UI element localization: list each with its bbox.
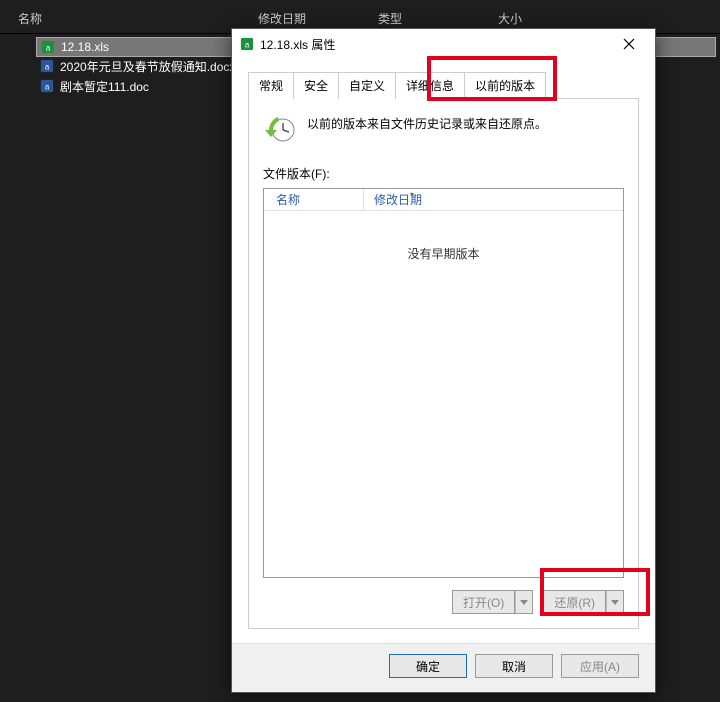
- description-text: 以前的版本来自文件历史记录或来自还原点。: [307, 113, 547, 132]
- restore-clock-icon: [263, 113, 297, 147]
- restore-split-button[interactable]: 还原(R): [543, 590, 624, 614]
- versions-header-date-label: 修改日期: [374, 193, 422, 207]
- properties-dialog: a 12.18.xls 属性 常规 安全 自定义 详细信息 以前的版本: [231, 28, 656, 693]
- column-header-name[interactable]: 名称: [18, 10, 258, 27]
- action-buttons-row: 打开(O) 还原(R): [263, 590, 624, 614]
- tab-strip: 常规 安全 自定义 详细信息 以前的版本: [248, 71, 639, 98]
- column-header-date[interactable]: 修改日期: [258, 10, 378, 27]
- tab-general[interactable]: 常规: [248, 72, 294, 99]
- svg-text:a: a: [45, 83, 50, 92]
- svg-text:a: a: [45, 63, 50, 72]
- excel-file-icon: a: [240, 37, 254, 51]
- dialog-titlebar[interactable]: a 12.18.xls 属性: [232, 29, 655, 59]
- tab-panel-previous-versions: 以前的版本来自文件历史记录或来自还原点。 文件版本(F): 名称 修改日期 ▾ …: [248, 98, 639, 629]
- file-name-label: 2020年元旦及春节放假通知.docx: [60, 58, 235, 75]
- dialog-title: 12.18.xls 属性: [260, 36, 609, 53]
- word-file-icon: a: [40, 79, 54, 93]
- versions-header-name[interactable]: 名称: [264, 189, 364, 210]
- description-row: 以前的版本来自文件历史记录或来自还原点。: [263, 113, 624, 147]
- sort-indicator-icon: ▾: [410, 190, 414, 199]
- tab-previous-versions[interactable]: 以前的版本: [464, 72, 546, 99]
- open-split-button[interactable]: 打开(O): [452, 590, 533, 614]
- close-button[interactable]: [609, 30, 649, 58]
- restore-dropdown-arrow[interactable]: [606, 590, 624, 614]
- versions-header-date[interactable]: 修改日期 ▾: [364, 191, 623, 208]
- excel-file-icon: a: [41, 40, 55, 54]
- tab-custom[interactable]: 自定义: [338, 72, 396, 99]
- dialog-footer: 确定 取消 应用(A): [232, 643, 655, 692]
- file-name-label: 12.18.xls: [61, 40, 109, 54]
- versions-empty-message: 没有早期版本: [264, 211, 623, 577]
- column-header-type[interactable]: 类型: [378, 10, 498, 27]
- svg-text:a: a: [245, 41, 250, 50]
- cancel-button[interactable]: 取消: [475, 654, 553, 678]
- close-icon: [623, 38, 635, 50]
- file-versions-label: 文件版本(F):: [263, 165, 624, 182]
- versions-listview[interactable]: 名称 修改日期 ▾ 没有早期版本: [263, 188, 624, 578]
- apply-button[interactable]: 应用(A): [561, 654, 639, 678]
- tab-details[interactable]: 详细信息: [395, 72, 465, 99]
- word-file-icon: a: [40, 59, 54, 73]
- column-header-size[interactable]: 大小: [498, 10, 578, 27]
- chevron-down-icon: [520, 598, 528, 606]
- chevron-down-icon: [611, 598, 619, 606]
- ok-button[interactable]: 确定: [389, 654, 467, 678]
- open-dropdown-arrow[interactable]: [515, 590, 533, 614]
- tab-security[interactable]: 安全: [293, 72, 339, 99]
- versions-header-row: 名称 修改日期 ▾: [264, 189, 623, 211]
- open-button[interactable]: 打开(O): [452, 590, 515, 614]
- file-name-label: 剧本暂定111.doc: [60, 78, 149, 95]
- dialog-body: 常规 安全 自定义 详细信息 以前的版本 以前的版本来自文件历史记录或来自还原点…: [232, 59, 655, 643]
- svg-text:a: a: [46, 44, 51, 53]
- restore-button[interactable]: 还原(R): [543, 590, 606, 614]
